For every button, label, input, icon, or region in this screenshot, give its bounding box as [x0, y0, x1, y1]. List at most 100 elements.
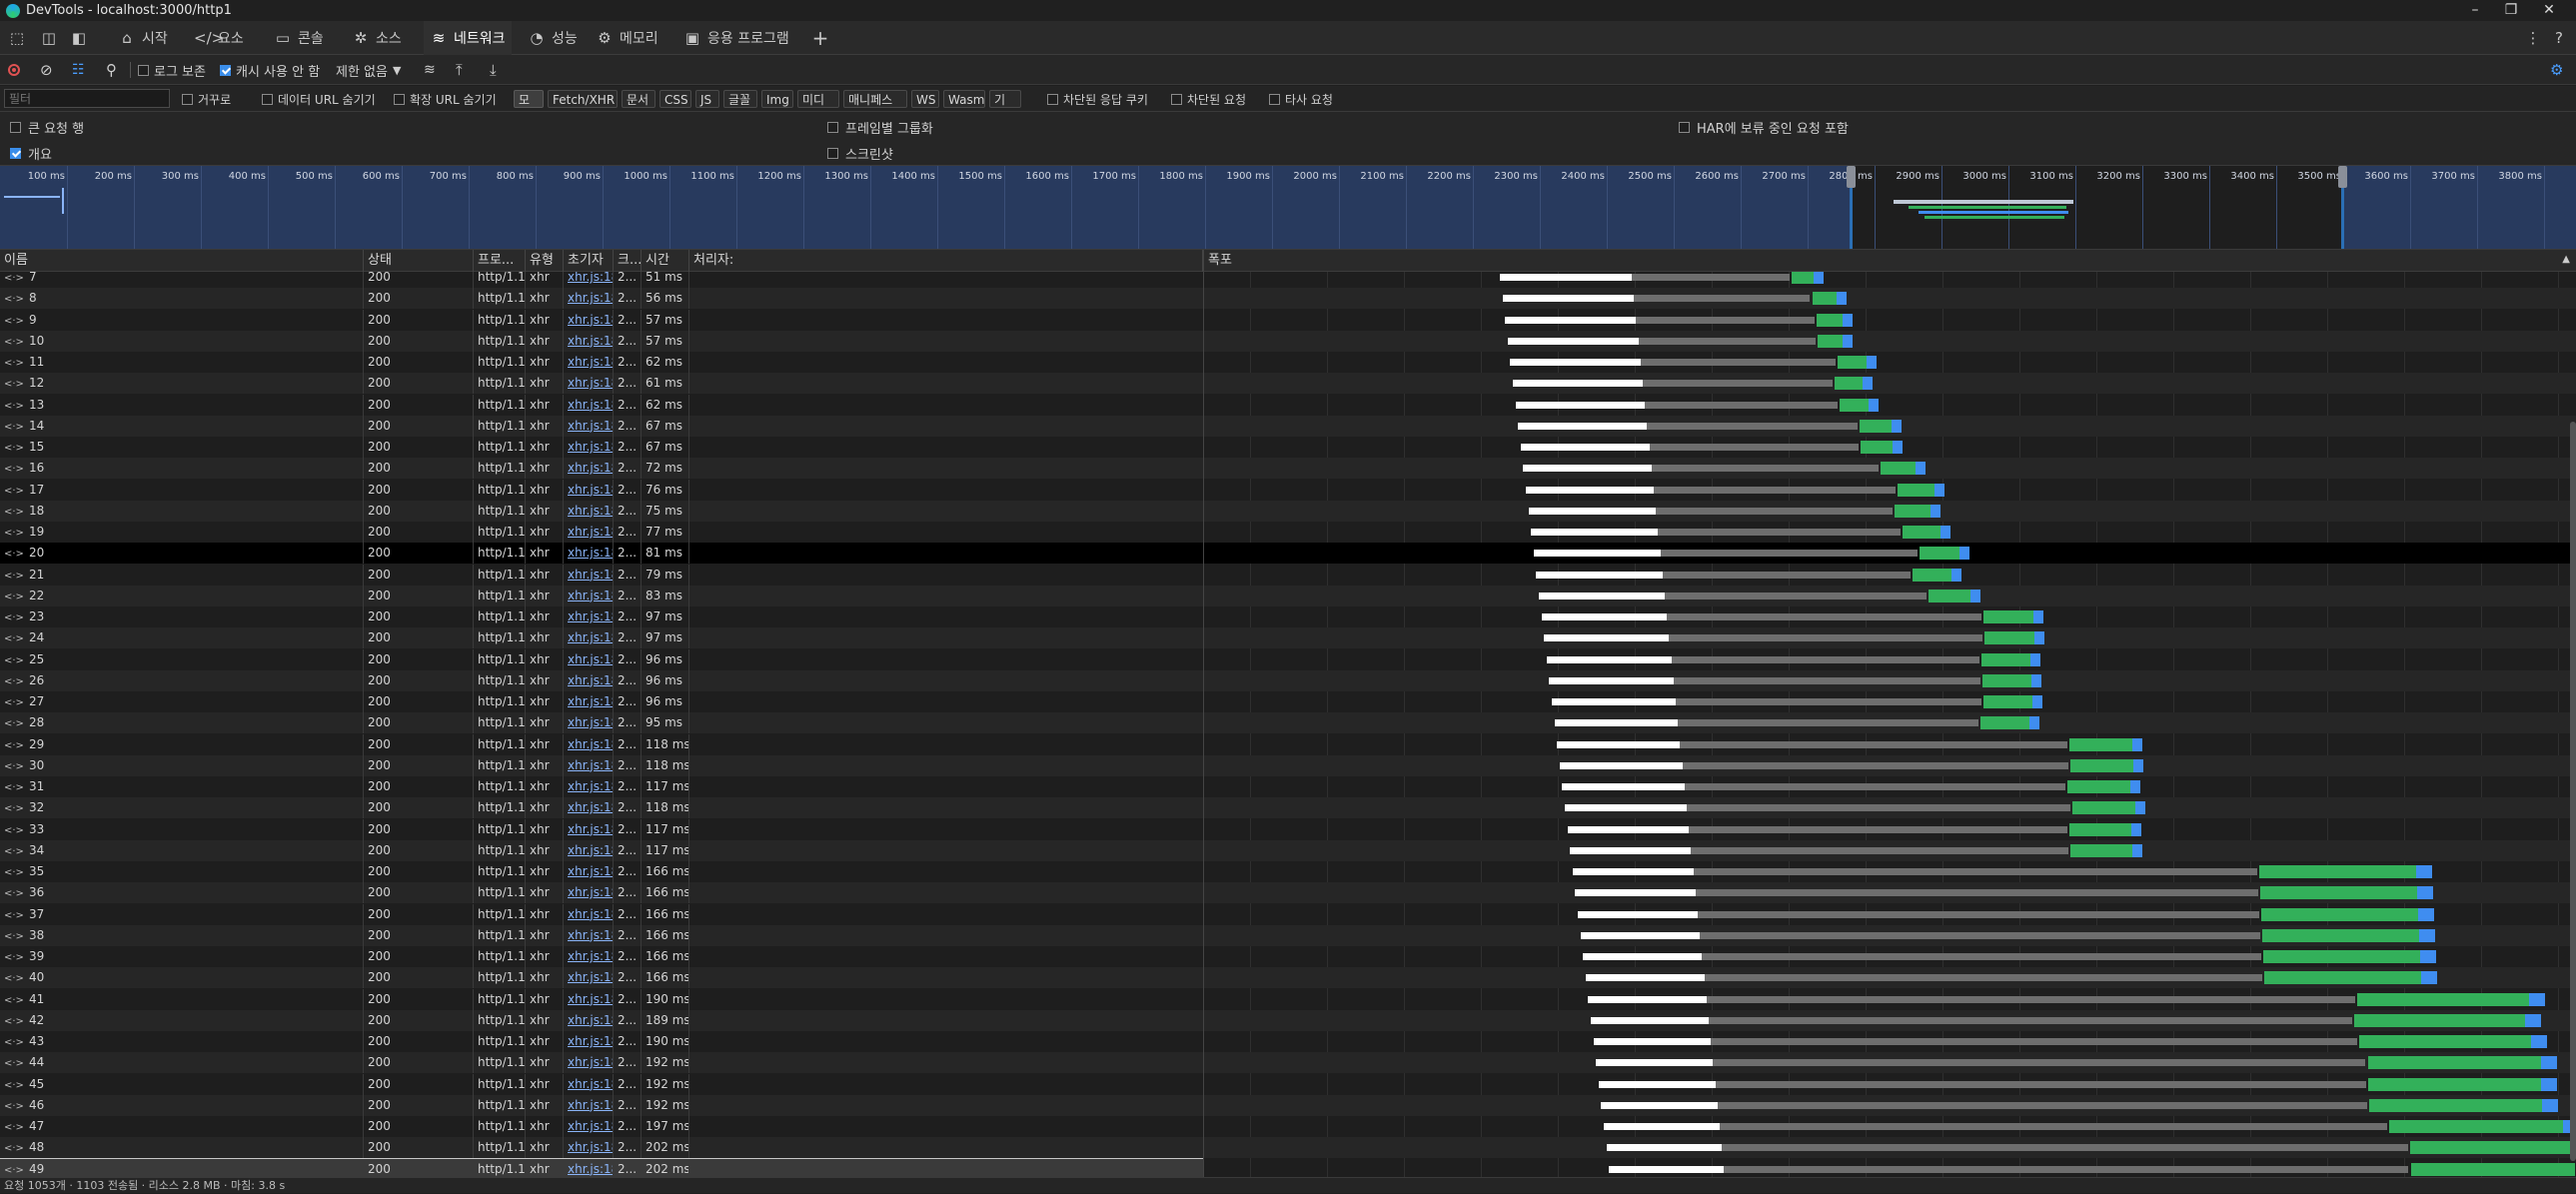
cell-initiator[interactable]: xhr.js:18: [564, 543, 614, 565]
waterfall-row[interactable]: [1204, 1031, 2576, 1052]
cell-initiator[interactable]: xhr.js:18: [564, 606, 614, 627]
waterfall-row[interactable]: [1204, 924, 2576, 946]
filter-chip-5[interactable]: 글꼴: [723, 90, 757, 108]
cell-name[interactable]: <·> 16: [0, 458, 364, 480]
cell-initiator[interactable]: xhr.js:18: [564, 882, 614, 904]
cell-initiator[interactable]: xhr.js:18: [564, 330, 614, 352]
request-row[interactable]: <·> 46 200http/1.1xhrxhr.js:182...192 ms: [0, 1094, 1203, 1116]
waterfall-row[interactable]: [1204, 1094, 2576, 1116]
cell-name[interactable]: <·> 33: [0, 818, 364, 840]
search-button[interactable]: ⚲: [106, 55, 117, 85]
cell-initiator[interactable]: xhr.js:18: [564, 1031, 614, 1052]
waterfall-row[interactable]: [1204, 989, 2576, 1010]
request-row[interactable]: <·> 20 200http/1.1xhrxhr.js:182...81 ms: [0, 543, 1203, 565]
cell-name[interactable]: <·> 48: [0, 1137, 364, 1159]
help-icon[interactable]: ?: [2548, 27, 2570, 49]
waterfall-row[interactable]: [1204, 272, 2576, 288]
waterfall-row[interactable]: [1204, 437, 2576, 458]
request-row[interactable]: <·> 23 200http/1.1xhrxhr.js:182...97 ms: [0, 606, 1203, 627]
cell-name[interactable]: <·> 44: [0, 1052, 364, 1074]
request-row[interactable]: <·> 7 200http/1.1xhrxhr.js:182...51 ms: [0, 272, 1203, 288]
request-row[interactable]: <·> 24 200http/1.1xhrxhr.js:182...97 ms: [0, 627, 1203, 649]
request-row[interactable]: <·> 22 200http/1.1xhrxhr.js:182...83 ms: [0, 585, 1203, 606]
cell-name[interactable]: <·> 24: [0, 627, 364, 649]
overview-left-grip[interactable]: [1847, 166, 1856, 188]
waterfall-row[interactable]: [1204, 776, 2576, 797]
waterfall-row[interactable]: [1204, 754, 2576, 776]
cell-name[interactable]: <·> 36: [0, 882, 364, 904]
column-waterfall-header[interactable]: 폭포: [1204, 250, 2576, 272]
filter-chip-7[interactable]: 미디어: [797, 90, 839, 125]
cell-initiator[interactable]: xhr.js:18: [564, 458, 614, 480]
filter-chip-9[interactable]: WS: [911, 90, 939, 108]
overview-timeline[interactable]: 100 ms 200 ms 300 ms 400 ms 500 ms 600 ms 700 …: [0, 166, 2576, 250]
request-row[interactable]: <·> 25 200http/1.1xhrxhr.js:182...96 ms: [0, 648, 1203, 670]
cell-name[interactable]: <·> 37: [0, 903, 364, 925]
waterfall-row[interactable]: [1204, 458, 2576, 480]
cell-name[interactable]: <·> 14: [0, 415, 364, 437]
request-row[interactable]: <·> 38 200http/1.1xhrxhr.js:182...166 ms: [0, 924, 1203, 946]
minimize-icon[interactable]: –: [2458, 0, 2492, 21]
column-size-header[interactable]: 크...: [614, 250, 642, 272]
cell-initiator[interactable]: xhr.js:18: [564, 861, 614, 882]
cell-initiator[interactable]: xhr.js:18: [564, 924, 614, 946]
request-row[interactable]: <·> 31 200http/1.1xhrxhr.js:182...117 ms: [0, 776, 1203, 797]
waterfall-row[interactable]: [1204, 839, 2576, 861]
request-row[interactable]: <·> 41 200http/1.1xhrxhr.js:182...190 ms: [0, 988, 1203, 1010]
cell-initiator[interactable]: xhr.js:18: [564, 733, 614, 755]
waterfall-row[interactable]: [1204, 565, 2576, 586]
request-row[interactable]: <·> 49 200http/1.1xhrxhr.js:182...202 ms: [0, 1157, 1203, 1177]
waterfall-row[interactable]: [1204, 797, 2576, 819]
waterfall-row[interactable]: [1204, 606, 2576, 627]
request-row[interactable]: <·> 21 200http/1.1xhrxhr.js:182...79 ms: [0, 564, 1203, 586]
column-protocol-header[interactable]: 프로...: [474, 250, 526, 272]
filter-chip-4[interactable]: JS: [695, 90, 719, 108]
throttling-select[interactable]: 제한 없음 ▼: [336, 55, 401, 85]
tab-gear[interactable]: ⚙ 메모리: [590, 21, 664, 55]
tab-console[interactable]: ▭ 콘솔: [268, 21, 330, 55]
cell-initiator[interactable]: xhr.js:18: [564, 754, 614, 776]
cell-name[interactable]: <·> 43: [0, 1031, 364, 1052]
request-row[interactable]: <·> 28 200http/1.1xhrxhr.js:182...95 ms: [0, 712, 1203, 734]
tab-home[interactable]: ⌂ 시작: [112, 21, 174, 55]
request-row[interactable]: <·> 32 200http/1.1xhrxhr.js:182...118 ms: [0, 797, 1203, 819]
cell-initiator[interactable]: xhr.js:18: [564, 394, 614, 416]
waterfall-row[interactable]: [1204, 1159, 2576, 1178]
waterfall-row[interactable]: [1204, 310, 2576, 331]
waterfall-scrollbar-thumb[interactable]: [2570, 422, 2576, 1161]
request-row[interactable]: <·> 36 200http/1.1xhrxhr.js:182...166 ms: [0, 882, 1203, 904]
waterfall-row[interactable]: [1204, 415, 2576, 437]
cell-name[interactable]: <·> 45: [0, 1073, 364, 1095]
waterfall-row[interactable]: [1204, 649, 2576, 670]
request-row[interactable]: <·> 47 200http/1.1xhrxhr.js:182...197 ms: [0, 1116, 1203, 1137]
cell-name[interactable]: <·> 10: [0, 330, 364, 352]
request-row[interactable]: <·> 19 200http/1.1xhrxhr.js:182...77 ms: [0, 522, 1203, 543]
request-row[interactable]: <·> 33 200http/1.1xhrxhr.js:182...117 ms: [0, 818, 1203, 840]
waterfall-row[interactable]: [1204, 585, 2576, 606]
cell-initiator[interactable]: xhr.js:18: [564, 669, 614, 691]
waterfall-row[interactable]: [1204, 712, 2576, 734]
waterfall-row[interactable]: [1204, 352, 2576, 373]
hide-ext-urls-checkbox[interactable]: 확장 URL 숨기기: [394, 86, 497, 112]
request-row[interactable]: <·> 16 200http/1.1xhrxhr.js:182...72 ms: [0, 458, 1203, 480]
overview-box[interactable]: [10, 148, 21, 159]
more-tools-icon[interactable]: ⋮: [2522, 27, 2544, 49]
cell-name[interactable]: <·> 17: [0, 479, 364, 501]
waterfall-row[interactable]: [1204, 543, 2576, 565]
filter-input[interactable]: [4, 89, 170, 108]
waterfall-row[interactable]: [1204, 288, 2576, 310]
request-row[interactable]: <·> 8 200http/1.1xhrxhr.js:182...56 ms: [0, 288, 1203, 310]
request-row[interactable]: <·> 43 200http/1.1xhrxhr.js:182...190 ms: [0, 1031, 1203, 1052]
hide-data-urls-checkbox[interactable]: 데이터 URL 숨기기: [262, 86, 376, 112]
cell-name[interactable]: <·> 47: [0, 1116, 364, 1137]
inspect-element-icon[interactable]: ⬚: [6, 27, 28, 49]
cell-initiator[interactable]: xhr.js:18: [564, 839, 614, 861]
cell-name[interactable]: <·> 42: [0, 1009, 364, 1031]
import-har-button[interactable]: ⤒: [456, 55, 463, 85]
cell-name[interactable]: <·> 29: [0, 733, 364, 755]
waterfall-row[interactable]: [1204, 522, 2576, 543]
disable-cache-checkbox[interactable]: 캐시 사용 안 함: [220, 55, 320, 85]
cell-name[interactable]: <·> 49: [0, 1158, 364, 1177]
cell-initiator[interactable]: xhr.js:18: [564, 272, 614, 288]
close-icon[interactable]: ✕: [2532, 0, 2566, 21]
